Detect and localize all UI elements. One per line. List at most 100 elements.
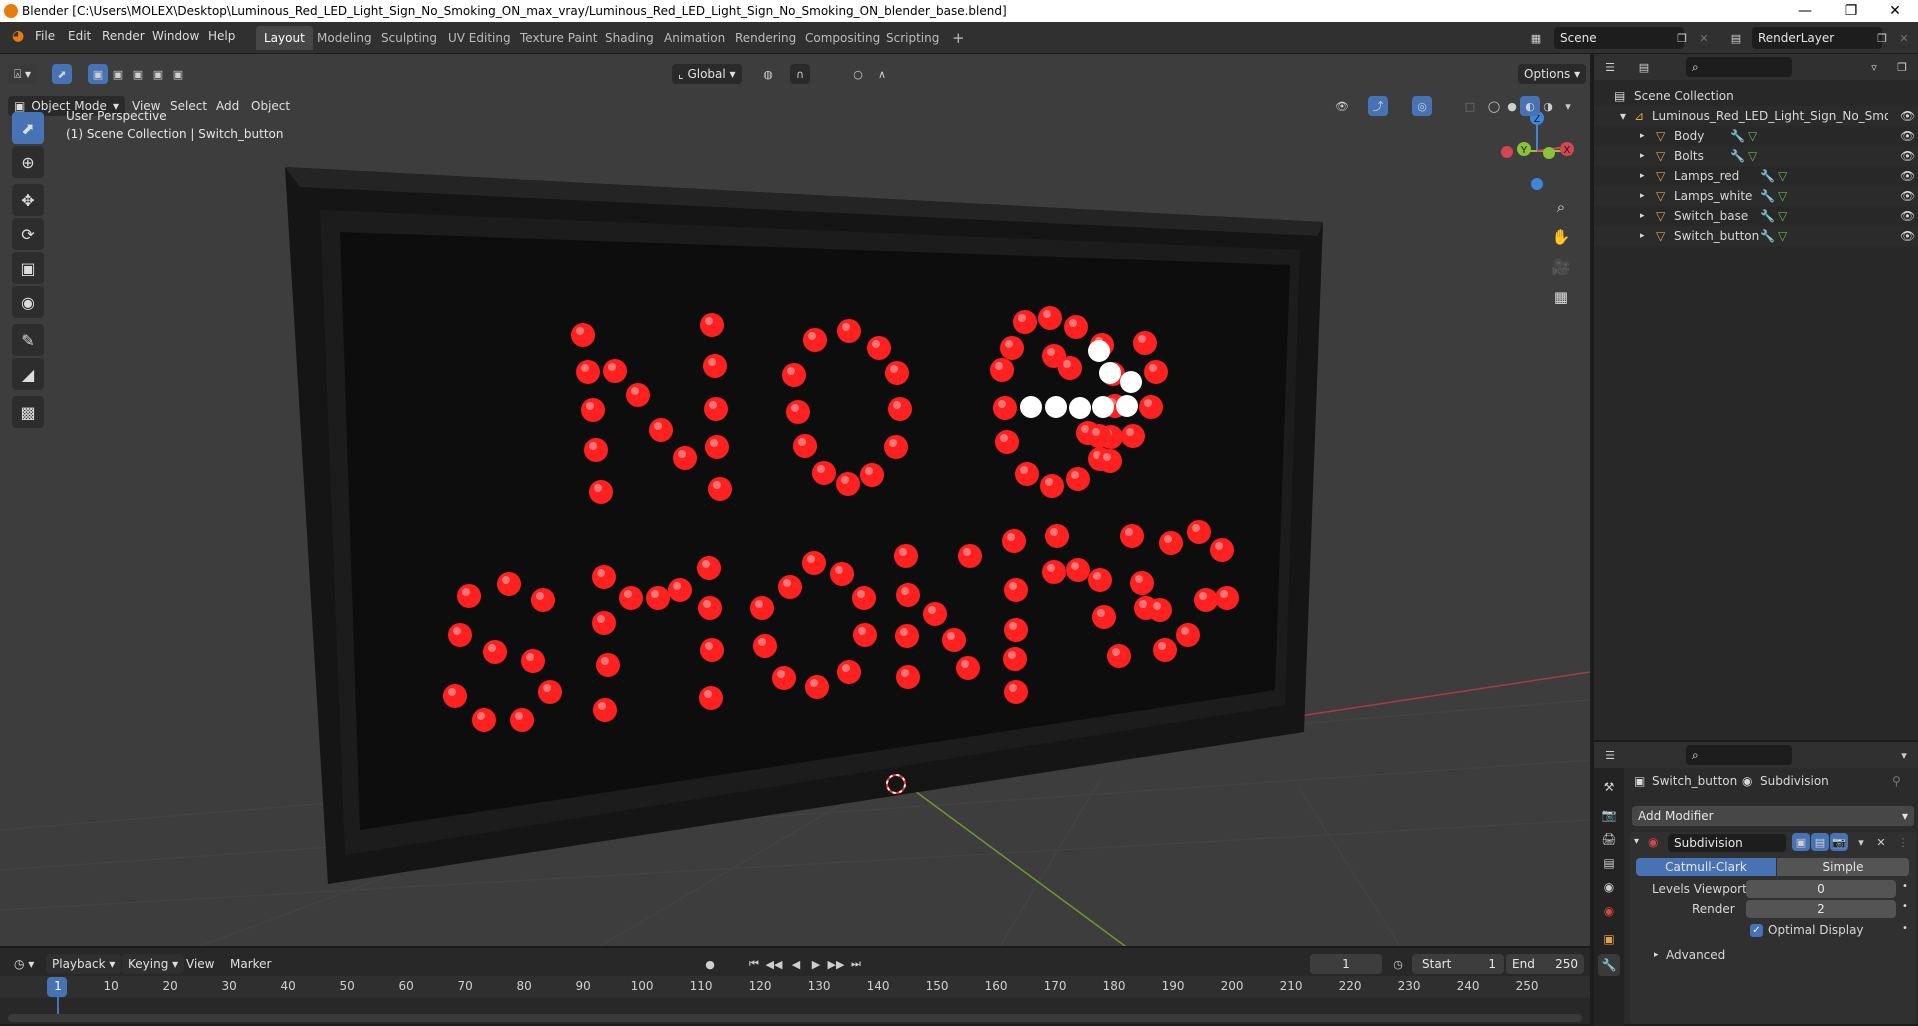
- perspective-grid-icon[interactable]: ▦: [1548, 284, 1574, 310]
- material-shading-icon[interactable]: ◐: [1520, 96, 1540, 116]
- renderlayer-browse-icon[interactable]: ▤: [1726, 28, 1746, 48]
- select-extend-icon[interactable]: ▣: [108, 64, 128, 84]
- eye-icon[interactable]: 👁: [1900, 146, 1915, 166]
- tab-rendering[interactable]: Rendering: [727, 26, 804, 50]
- scene-tab-icon[interactable]: ◉: [1598, 876, 1620, 898]
- play-reverse-icon[interactable]: ◀: [786, 954, 806, 974]
- world-tab-icon[interactable]: ◉: [1598, 900, 1620, 922]
- tab-animation[interactable]: Animation: [656, 26, 733, 50]
- filter-icon[interactable]: ▿: [1864, 57, 1884, 77]
- camera-view-icon[interactable]: 🎥: [1548, 254, 1574, 280]
- view-layer-tab-icon[interactable]: ▤: [1598, 852, 1620, 874]
- modifier-menu-icon[interactable]: ▾: [1852, 833, 1870, 851]
- transform-orientation-dropdown[interactable]: ⌞ Global ▾: [672, 64, 742, 84]
- zoom-icon[interactable]: ⌕: [1548, 194, 1574, 220]
- viewport-menu-object[interactable]: Object: [245, 96, 296, 116]
- edit-mode-toggle-icon[interactable]: ▣: [1792, 833, 1810, 851]
- properties-options-icon[interactable]: ▾: [1894, 745, 1914, 765]
- keyframe-dot-icon[interactable]: •: [1902, 901, 1908, 912]
- eye-icon[interactable]: 👁: [1900, 126, 1915, 146]
- expand-arrow-icon[interactable]: ▸: [1640, 126, 1645, 146]
- new-renderlayer-icon[interactable]: ❐: [1872, 28, 1892, 48]
- delete-renderlayer-icon[interactable]: ✕: [1894, 28, 1914, 48]
- select-tool-icon[interactable]: ⬈: [52, 64, 72, 84]
- catmull-clark-button[interactable]: Catmull-Clark: [1636, 858, 1776, 876]
- expand-arrow-icon[interactable]: ▸: [1640, 166, 1645, 186]
- render-tab-icon[interactable]: 📷: [1598, 804, 1620, 826]
- tool-tab-icon[interactable]: ⚒: [1598, 776, 1620, 798]
- pan-hand-icon[interactable]: ✋: [1548, 224, 1574, 250]
- current-frame-field[interactable]: 1: [1310, 954, 1382, 974]
- tab-layout[interactable]: Layout: [256, 26, 313, 50]
- expand-arrow-icon[interactable]: ▸: [1640, 186, 1645, 206]
- outliner-item-switch-button[interactable]: ▸ ▽ Switch_button 🔧 ▽ 👁: [1594, 226, 1918, 246]
- levels-viewport-field[interactable]: 0: [1746, 880, 1896, 898]
- options-dropdown[interactable]: Options ▾: [1518, 64, 1587, 84]
- outliner-search-input[interactable]: ⌕: [1686, 57, 1792, 77]
- jump-start-icon[interactable]: ⏮: [744, 954, 764, 974]
- maximize-icon[interactable]: ❐: [1828, 0, 1874, 22]
- remove-modifier-icon[interactable]: ✕: [1872, 833, 1890, 851]
- tab-texture-paint[interactable]: Texture Paint: [512, 26, 605, 50]
- close-window-icon[interactable]: ✕: [1872, 0, 1918, 22]
- prev-keyframe-icon[interactable]: ◀◀: [764, 954, 784, 974]
- play-icon[interactable]: ▶: [806, 954, 826, 974]
- wireframe-shading-icon[interactable]: ◯: [1484, 96, 1504, 116]
- object-tab-icon[interactable]: ▣: [1598, 928, 1620, 950]
- proportional-edit-icon[interactable]: ○: [848, 64, 868, 84]
- outliner-item-switch-base[interactable]: ▸ ▽ Switch_base 🔧 ▽ 👁: [1594, 206, 1918, 226]
- tab-compositing[interactable]: Compositing: [797, 26, 888, 50]
- select-invert-icon[interactable]: ▣: [148, 64, 168, 84]
- scene-browse-icon[interactable]: ▦: [1526, 28, 1546, 48]
- renderlayer-name-field[interactable]: RenderLayer: [1752, 27, 1882, 49]
- xray-icon[interactable]: □: [1460, 96, 1480, 116]
- select-subtract-icon[interactable]: ▣: [128, 64, 148, 84]
- overlay-toggle-icon[interactable]: ◎: [1412, 96, 1432, 116]
- add-workspace-icon[interactable]: +: [944, 26, 973, 50]
- expand-arrow-icon[interactable]: ▸: [1654, 950, 1659, 960]
- output-tab-icon[interactable]: 🖨: [1598, 828, 1620, 850]
- rendered-shading-icon[interactable]: ◑: [1538, 96, 1558, 116]
- new-collection-icon[interactable]: ❐: [1892, 57, 1912, 77]
- eye-icon[interactable]: 👁: [1900, 186, 1915, 206]
- pivot-point-icon[interactable]: ◍: [758, 64, 778, 84]
- tab-sculpting[interactable]: Sculpting: [373, 26, 445, 50]
- record-icon[interactable]: ●: [700, 954, 720, 974]
- navigation-gizmo[interactable]: Z Y X: [1501, 111, 1574, 190]
- timeline-menu-marker[interactable]: Marker: [224, 954, 277, 974]
- outliner-editor-type-icon[interactable]: ☰: [1600, 57, 1620, 77]
- annotate-tool-icon[interactable]: ✎: [12, 324, 44, 356]
- viewport-menu-add[interactable]: Add: [210, 96, 245, 116]
- measure-tool-icon[interactable]: ◢: [12, 358, 44, 390]
- move-tool-icon[interactable]: ✥: [12, 184, 44, 216]
- shading-options-icon[interactable]: ▾: [1558, 96, 1578, 116]
- snap-icon[interactable]: ∩: [790, 64, 810, 84]
- modifier-tab-icon[interactable]: 🔧: [1598, 954, 1620, 976]
- outliner-item-lamps-white[interactable]: ▸ ▽ Lamps_white 🔧 ▽ 👁: [1594, 186, 1918, 206]
- menu-render[interactable]: Render: [102, 29, 145, 43]
- viewport-menu-select[interactable]: Select: [164, 96, 213, 116]
- advanced-subpanel[interactable]: Advanced: [1666, 948, 1725, 962]
- render-toggle-icon[interactable]: 📷: [1830, 833, 1848, 851]
- minimize-icon[interactable]: —: [1782, 0, 1828, 22]
- properties-search-input[interactable]: ⌕: [1686, 745, 1792, 765]
- transform-tool-icon[interactable]: ◉: [12, 286, 44, 318]
- falloff-icon[interactable]: ∧: [872, 64, 892, 84]
- optimal-display-checkbox[interactable]: ✓: [1750, 924, 1763, 937]
- pin-icon[interactable]: ⚲: [1892, 774, 1901, 788]
- outliner-collection[interactable]: ▾⊿Luminous_Red_LED_Light_Sign_No_Smoking…: [1594, 106, 1918, 126]
- display-mode-icon[interactable]: ▤: [1634, 57, 1654, 77]
- tab-scripting[interactable]: Scripting: [878, 26, 947, 50]
- render-levels-field[interactable]: 2: [1746, 900, 1896, 918]
- solid-shading-icon[interactable]: ●: [1502, 96, 1522, 116]
- rotate-tool-icon[interactable]: ⟳: [12, 218, 44, 250]
- viewport-toggle-icon[interactable]: ▤: [1811, 833, 1829, 851]
- select-box-tool-icon[interactable]: ⬈: [12, 112, 44, 144]
- drag-handle-icon[interactable]: ⋮: [1894, 833, 1912, 851]
- keyframe-dot-icon[interactable]: •: [1902, 923, 1908, 934]
- timeline-editor-type-icon[interactable]: ◷ ▾: [8, 954, 40, 974]
- outliner-item-body[interactable]: ▸ ▽ Body 🔧 ▽ 👁: [1594, 126, 1918, 146]
- gizmo-toggle-icon[interactable]: ⤴: [1368, 96, 1388, 116]
- eye-icon[interactable]: 👁: [1900, 206, 1915, 226]
- eye-icon[interactable]: 👁: [1900, 226, 1915, 246]
